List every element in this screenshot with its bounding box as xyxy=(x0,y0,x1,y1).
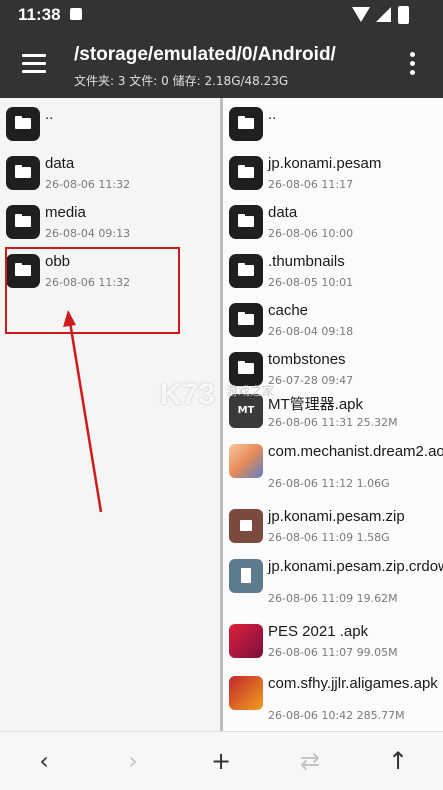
folder-icon xyxy=(229,107,263,141)
menu-icon[interactable] xyxy=(22,54,46,74)
folder-icon xyxy=(229,156,263,190)
item-meta: 26-08-06 10:42 285.77M xyxy=(268,709,405,722)
item-meta: 26-08-06 11:09 1.58G xyxy=(268,531,390,544)
list-item-thumbnails[interactable]: .thumbnails 26-08-05 10:01 xyxy=(223,245,443,294)
item-name: cache xyxy=(268,302,309,319)
item-name: .thumbnails xyxy=(268,253,345,270)
list-item-media[interactable]: media 26-08-04 09:13 xyxy=(0,196,220,245)
storage-summary: 文件夹: 3 文件: 0 储存: 2.18G/48.23G xyxy=(74,74,289,88)
item-meta: 26-08-06 11:09 19.62M xyxy=(268,592,398,605)
list-item-data[interactable]: data 26-08-06 11:32 xyxy=(0,147,220,196)
document-icon xyxy=(229,559,263,593)
item-meta: 26-08-06 11:32 xyxy=(45,178,131,191)
list-item-parent[interactable]: .. xyxy=(0,98,220,147)
item-name: tombstones xyxy=(268,351,346,368)
item-name: jp.konami.pesam.zip.crdownload xyxy=(268,558,443,575)
item-meta: 26-08-06 10:00 xyxy=(268,227,354,240)
folder-icon xyxy=(229,254,263,288)
list-item-mechanist-apk[interactable]: com.mechanist.dream2.aos.cn.aligames.apk… xyxy=(223,435,443,500)
folder-icon xyxy=(229,303,263,337)
item-name: com.sfhy.jjlr.aligames.apk xyxy=(268,675,438,692)
swap-panes-button[interactable]: ⇄ xyxy=(288,746,332,776)
archive-icon xyxy=(229,509,263,543)
list-item-parent[interactable]: .. xyxy=(223,98,443,147)
notification-icon xyxy=(70,8,82,20)
app-icon xyxy=(229,676,263,710)
item-meta: 26-08-06 11:17 xyxy=(268,178,354,191)
forward-button[interactable]: › xyxy=(111,746,155,776)
list-item-cache[interactable]: cache 26-08-04 09:18 xyxy=(223,294,443,343)
list-item-crdownload[interactable]: jp.konami.pesam.zip.crdownload 26-08-06 … xyxy=(223,550,443,615)
item-meta: 26-08-05 10:01 xyxy=(268,276,354,289)
app-icon xyxy=(229,624,263,658)
right-file-pane[interactable]: .. jp.konami.pesam 26-08-06 11:17 data 2… xyxy=(223,98,443,731)
folder-icon xyxy=(229,205,263,239)
app-toolbar: /storage/emulated/0/Android/ 文件夹: 3 文件: … xyxy=(0,30,443,98)
item-name: com.mechanist.dream2.aos.cn.aligames.apk xyxy=(268,443,443,460)
signal-icon xyxy=(376,7,391,22)
current-path[interactable]: /storage/emulated/0/Android/ xyxy=(74,44,336,66)
item-meta: 26-08-06 11:07 99.05M xyxy=(268,646,398,659)
item-name: .. xyxy=(45,106,54,123)
list-item-sfhy-apk[interactable]: com.sfhy.jjlr.aligames.apk 26-08-06 10:4… xyxy=(223,667,443,731)
wifi-icon xyxy=(352,7,370,22)
item-name: data xyxy=(268,204,298,221)
folder-icon xyxy=(229,352,263,386)
list-item-tombstones[interactable]: tombstones 26-07-28 09:47 xyxy=(223,343,443,387)
left-file-pane[interactable]: .. data 26-08-06 11:32 media 26-08-04 09… xyxy=(0,98,220,731)
item-meta: 26-08-04 09:13 xyxy=(45,227,131,240)
highlight-box xyxy=(5,247,180,334)
watermark-logo: K73 xyxy=(160,378,216,411)
list-item-pes-apk[interactable]: PES 2021 .apk 26-08-06 11:07 99.05M xyxy=(223,615,443,667)
status-bar: 11:38 xyxy=(0,0,443,30)
back-button[interactable]: ‹ xyxy=(22,746,66,776)
list-item-jp-konami-pesam[interactable]: jp.konami.pesam 26-08-06 11:17 xyxy=(223,147,443,196)
item-name: jp.konami.pesam.zip xyxy=(268,508,405,525)
folder-icon xyxy=(6,205,40,239)
item-name: MT管理器.apk xyxy=(268,396,364,413)
item-name: .. xyxy=(268,106,277,123)
list-item-pesam-zip[interactable]: jp.konami.pesam.zip 26-08-06 11:09 1.58G xyxy=(223,500,443,550)
item-meta: 26-08-06 11:12 1.06G xyxy=(268,477,390,490)
item-name: data xyxy=(45,155,75,172)
bottom-toolbar: ‹ › + ⇄ ↑ xyxy=(0,731,443,790)
item-name: PES 2021 .apk xyxy=(268,623,369,640)
mt-app-icon: MT xyxy=(229,394,263,428)
item-name: media xyxy=(45,204,86,221)
item-name: jp.konami.pesam xyxy=(268,155,382,172)
status-time: 11:38 xyxy=(18,5,61,24)
battery-icon xyxy=(398,6,409,24)
parent-folder-button[interactable]: ↑ xyxy=(376,746,420,776)
folder-icon xyxy=(6,156,40,190)
more-options-icon[interactable] xyxy=(410,52,416,78)
list-item-data[interactable]: data 26-08-06 10:00 xyxy=(223,196,443,245)
item-meta: 26-08-04 09:18 xyxy=(268,325,354,338)
item-meta: 26-08-06 11:31 25.32M xyxy=(268,416,398,429)
folder-icon xyxy=(6,107,40,141)
add-button[interactable]: + xyxy=(199,746,243,776)
watermark-subtitle: 游戏之家 xyxy=(226,384,275,398)
app-icon xyxy=(229,444,263,478)
